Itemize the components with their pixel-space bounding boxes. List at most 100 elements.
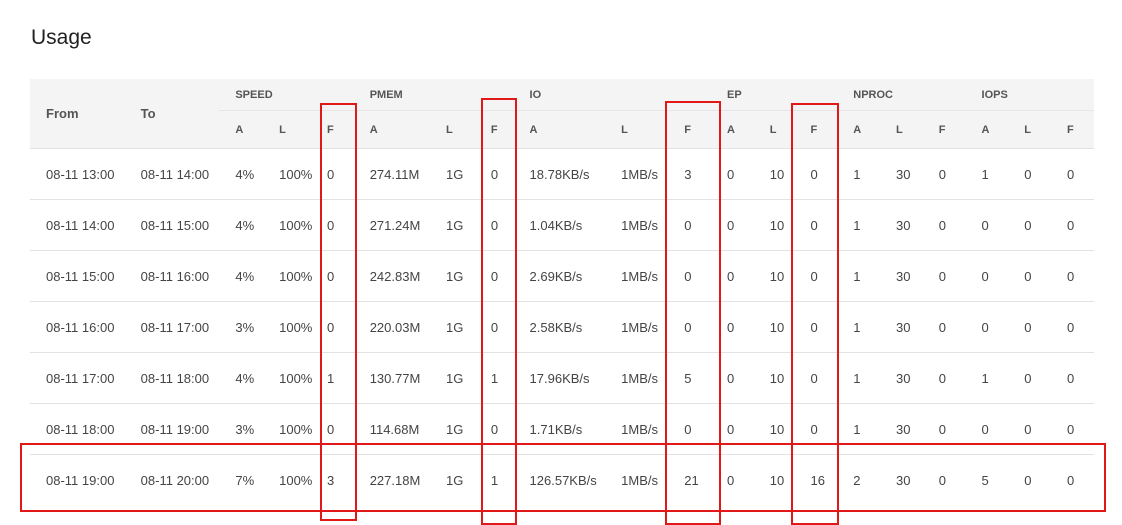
cell-nproc-l: 30	[880, 199, 923, 251]
sub-header-ep-l: L	[753, 110, 795, 149]
cell-iops-a: 0	[965, 199, 1009, 251]
sub-header-nproc-l: L	[880, 110, 923, 149]
cell-pmem-l: 1G	[430, 454, 475, 505]
cell-ep-a: 0	[711, 301, 754, 353]
cell-speed-f: 0	[310, 301, 354, 353]
cell-speed-l: 100%	[263, 352, 312, 404]
cell-speed-a: 7%	[219, 454, 264, 505]
cell-ep-a: 0	[711, 454, 754, 505]
cell-nproc-l: 30	[880, 250, 923, 302]
sub-header-iops-f: F	[1051, 110, 1094, 149]
cell-pmem-l: 1G	[430, 148, 475, 200]
cell-io-l: 1MB/s	[605, 352, 669, 404]
cell-iops-f: 0	[1051, 352, 1094, 404]
cell-from: 08-11 17:00	[30, 352, 125, 404]
cell-nproc-f: 0	[922, 352, 966, 404]
cell-ep-a: 0	[711, 148, 754, 200]
cell-speed-f: 0	[310, 403, 354, 455]
table-row: 08-11 17:00 08-11 18:00 4% 100% 1 130.77M 1G 1 1…	[30, 352, 1094, 404]
group-header-iops: IOPS	[981, 88, 1008, 101]
cell-speed-a: 3%	[219, 403, 264, 455]
cell-speed-l: 100%	[263, 250, 312, 302]
cell-io-l: 1MB/s	[605, 454, 669, 505]
cell-iops-f: 0	[1051, 250, 1094, 302]
sub-header-io-a: A	[513, 110, 606, 149]
cell-to: 08-11 16:00	[124, 250, 220, 302]
table-row: 08-11 18:00 08-11 19:00 3% 100% 0 114.68M 1G 0 1…	[30, 403, 1094, 455]
cell-io-a: 18.78KB/s	[513, 148, 606, 200]
cell-nproc-a: 1	[837, 148, 881, 200]
cell-to: 08-11 19:00	[124, 403, 220, 455]
sub-header-speed-f: F	[310, 110, 354, 149]
cell-nproc-a: 2	[837, 454, 881, 505]
cell-nproc-l: 30	[880, 454, 923, 505]
cell-io-l: 1MB/s	[605, 250, 669, 302]
cell-pmem-l: 1G	[430, 199, 475, 251]
cell-speed-l: 100%	[263, 199, 312, 251]
cell-pmem-f: 0	[474, 199, 514, 251]
cell-io-l: 1MB/s	[605, 148, 669, 200]
cell-ep-f: 16	[794, 454, 838, 505]
cell-speed-f: 1	[310, 352, 354, 404]
cell-nproc-a: 1	[837, 352, 881, 404]
sub-header-pmem-l: L	[430, 110, 475, 149]
cell-iops-l: 0	[1008, 148, 1052, 200]
cell-to: 08-11 20:00	[124, 454, 220, 505]
col-to-header: To	[140, 106, 156, 121]
cell-nproc-f: 0	[922, 403, 966, 455]
cell-nproc-f: 0	[922, 301, 966, 353]
cell-pmem-a: 227.18M	[353, 454, 431, 505]
cell-ep-f: 0	[794, 403, 838, 455]
cell-pmem-l: 1G	[430, 301, 475, 353]
group-header-io: IO	[529, 88, 542, 101]
cell-io-f: 0	[668, 403, 712, 455]
sub-header-io-l: L	[605, 110, 669, 149]
cell-ep-f: 0	[794, 301, 838, 353]
sub-header-speed-l: L	[263, 110, 311, 149]
cell-from: 08-11 15:00	[30, 250, 125, 302]
cell-iops-a: 0	[965, 250, 1009, 302]
cell-ep-l: 10	[753, 301, 795, 353]
cell-from: 08-11 19:00	[30, 454, 125, 505]
col-from-header: From	[46, 106, 79, 121]
cell-iops-f: 0	[1051, 301, 1094, 353]
cell-to: 08-11 17:00	[124, 301, 220, 353]
table-row: 08-11 15:00 08-11 16:00 4% 100% 0 242.83M 1G 0 2…	[30, 250, 1094, 302]
cell-iops-l: 0	[1008, 352, 1052, 404]
cell-iops-a: 0	[965, 403, 1009, 455]
cell-nproc-f: 0	[922, 199, 966, 251]
cell-to: 08-11 15:00	[124, 199, 220, 251]
sub-header-pmem-f: F	[474, 110, 514, 149]
cell-speed-f: 0	[310, 148, 354, 200]
cell-iops-l: 0	[1008, 454, 1052, 505]
sub-header-io-f: F	[668, 110, 712, 149]
cell-to: 08-11 14:00	[124, 148, 220, 200]
sub-header-ep-f: F	[794, 110, 838, 149]
cell-from: 08-11 16:00	[30, 301, 125, 353]
cell-iops-f: 0	[1051, 148, 1094, 200]
cell-iops-a: 1	[965, 148, 1009, 200]
cell-from: 08-11 14:00	[30, 199, 125, 251]
table-row: 08-11 13:00 08-11 14:00 4% 100% 0 274.11M 1G 0 1…	[30, 148, 1094, 200]
cell-ep-l: 10	[753, 199, 795, 251]
cell-ep-l: 10	[753, 148, 795, 200]
cell-pmem-a: 114.68M	[353, 403, 431, 455]
cell-io-f: 0	[668, 250, 712, 302]
cell-pmem-f: 0	[474, 148, 514, 200]
cell-io-f: 21	[668, 454, 712, 505]
sub-header-speed-a: A	[219, 110, 264, 149]
cell-nproc-f: 0	[922, 250, 966, 302]
cell-io-a: 1.04KB/s	[513, 199, 606, 251]
cell-io-l: 1MB/s	[605, 301, 669, 353]
cell-iops-l: 0	[1008, 301, 1052, 353]
cell-ep-l: 10	[753, 403, 795, 455]
cell-nproc-l: 30	[880, 403, 923, 455]
table-row: 08-11 16:00 08-11 17:00 3% 100% 0 220.03M 1G 0 2…	[30, 301, 1094, 353]
cell-pmem-l: 1G	[430, 403, 475, 455]
cell-speed-a: 4%	[219, 250, 264, 302]
cell-io-a: 1.71KB/s	[513, 403, 606, 455]
cell-pmem-f: 1	[474, 352, 514, 404]
cell-ep-a: 0	[711, 403, 754, 455]
table-row: 08-11 14:00 08-11 15:00 4% 100% 0 271.24M 1G 0 1…	[30, 199, 1094, 251]
cell-nproc-a: 1	[837, 301, 881, 353]
